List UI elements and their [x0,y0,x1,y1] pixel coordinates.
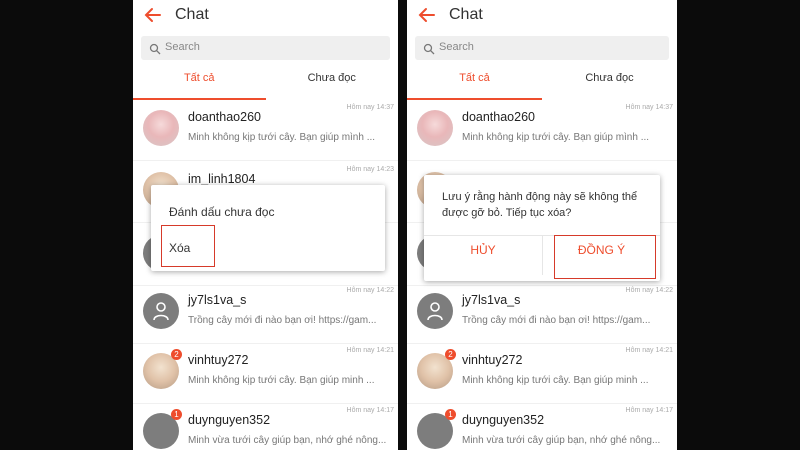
page-title: Chat [175,6,209,23]
chat-name: duynguyen352 [188,413,271,427]
avatar [143,293,179,329]
chat-name: doanthao260 [462,110,535,124]
chat-list-item[interactable]: doanthao260 Minh không kịp tưới cây. Bạn… [407,100,677,161]
chat-preview: Minh không kịp tưới cây. Bạn giúp mình .… [188,132,376,143]
chat-preview: Minh không kịp tưới cây. Bạn giúp mình .… [462,132,650,143]
chat-time: Hôm nay 14:17 [346,407,394,414]
chat-time: Hôm nay 14:22 [625,287,673,294]
search-input[interactable]: Search [415,36,669,60]
chat-list-item[interactable]: 2 vinhtuy272 Minh không kịp tưới cây. Bạ… [407,343,677,404]
mark-unread-menu-item[interactable]: Đánh dấu chưa đọc [169,205,274,219]
cancel-button[interactable]: HỦY [424,243,542,257]
chat-screen-right: Chat Search Tất cả Chưa đọc doanthao260 … [407,0,677,450]
chat-time: Hôm nay 14:21 [346,347,394,354]
chat-list-item[interactable]: 2 vinhtuy272 Minh không kịp tưới cây. Bạ… [133,343,398,404]
search-icon [423,42,435,55]
chat-screen-left: Chat Search Tất cả Chưa đọc doanthao260 … [133,0,398,450]
unread-badge: 2 [445,349,456,360]
chat-preview: Minh không kịp tưới cây. Bạn giúp minh .… [462,375,649,386]
chat-tabs: Tất cả Chưa đọc [133,64,398,100]
chat-name: jy7ls1va_s [188,293,247,307]
tab-all[interactable]: Tất cả [133,72,266,84]
unread-badge: 1 [445,409,456,420]
chat-preview: Minh vừa tưới cây giúp bạn, nhớ ghé nông… [462,435,661,446]
highlight-box [554,235,656,279]
search-icon [149,42,161,55]
chat-name: vinhtuy272 [462,353,523,367]
search-input[interactable]: Search [141,36,390,60]
chat-time: Hôm nay 14:21 [625,347,673,354]
chat-preview: Minh vừa tưới cây giúp bạn, nhớ ghé nông… [188,435,387,446]
chat-name: jy7ls1va_s [462,293,521,307]
tab-unread[interactable]: Chưa đọc [542,72,677,84]
chat-preview: Trồng cây mới đi nào bạn ơi! https://gam… [462,315,651,326]
highlight-box [161,225,215,267]
person-icon [426,301,444,321]
chat-time: Hôm nay 14:23 [346,166,394,173]
avatar [417,110,453,146]
page-title: Chat [449,6,483,23]
chat-name: duynguyen352 [462,413,545,427]
back-arrow-icon[interactable] [143,5,163,25]
chat-list-item[interactable]: 1 duynguyen352 Minh vừa tưới cây giúp bạ… [133,403,398,450]
tab-all[interactable]: Tất cả [407,72,542,84]
tab-unread[interactable]: Chưa đọc [266,72,399,84]
dialog-message: Lưu ý rằng hành động này sẽ không thể đư… [442,191,638,219]
chat-time: Hôm nay 14:37 [625,104,673,111]
top-bar: Chat [133,0,398,32]
top-bar: Chat [407,0,677,32]
confirm-delete-dialog: Lưu ý rằng hành động này sẽ không thể đư… [424,175,660,281]
search-placeholder: Search [165,41,200,53]
search-placeholder: Search [439,41,474,53]
chat-time: Hôm nay 14:17 [625,407,673,414]
person-icon [152,301,170,321]
chat-name: im_linh1804 [188,172,256,186]
unread-badge: 1 [171,409,182,420]
chat-time: Hôm nay 14:22 [346,287,394,294]
chat-list-item[interactable]: jy7ls1va_s Trồng cây mới đi nào bạn ơi! … [133,283,398,344]
chat-list-item[interactable]: jy7ls1va_s Trồng cây mới đi nào bạn ơi! … [407,283,677,344]
avatar [143,110,179,146]
chat-tabs: Tất cả Chưa đọc [407,64,677,100]
chat-list-item[interactable]: doanthao260 Minh không kịp tưới cây. Bạn… [133,100,398,161]
chat-list-item[interactable]: 1 duynguyen352 Minh vừa tưới cây giúp bạ… [407,403,677,450]
context-menu: Đánh dấu chưa đọc Xóa [151,185,385,271]
chat-preview: Trồng cây mới đi nào bạn ơi! https://gam… [188,315,377,326]
back-arrow-icon[interactable] [417,5,437,25]
unread-badge: 2 [171,349,182,360]
chat-name: vinhtuy272 [188,353,249,367]
chat-time: Hôm nay 14:37 [346,104,394,111]
chat-preview: Minh không kịp tưới cây. Bạn giúp minh .… [188,375,375,386]
chat-name: doanthao260 [188,110,261,124]
avatar [417,293,453,329]
